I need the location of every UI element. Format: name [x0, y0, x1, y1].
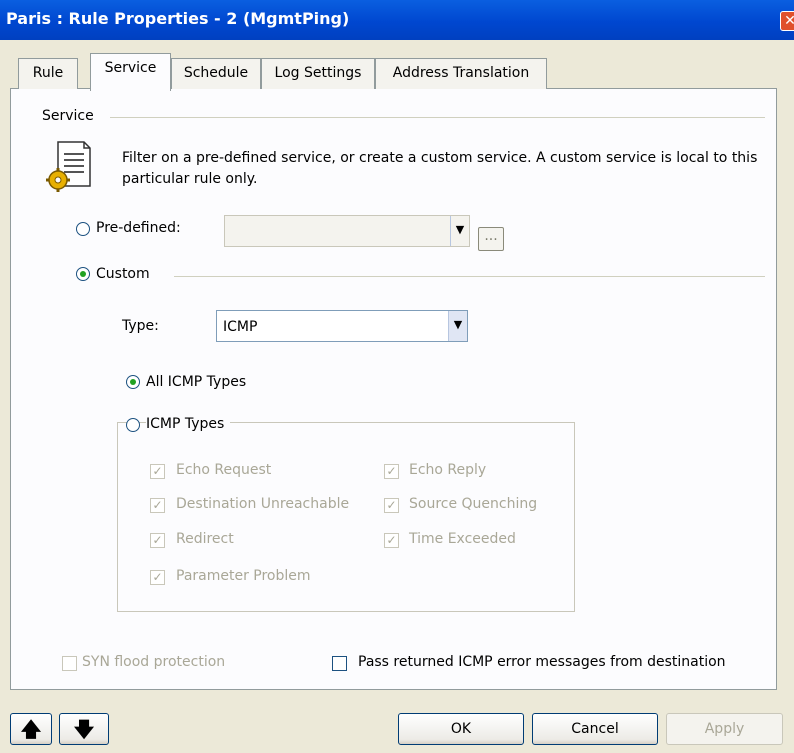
- all-icmp-types-radio[interactable]: [126, 375, 140, 389]
- source-quenching-checkbox[interactable]: ✓: [384, 498, 399, 513]
- close-icon: ✕: [784, 13, 794, 29]
- predefined-service-select[interactable]: ▼: [224, 215, 470, 247]
- tab-rule[interactable]: Rule: [18, 58, 78, 89]
- custom-label: Custom: [96, 266, 156, 282]
- tab-service[interactable]: Service: [90, 53, 171, 91]
- source-quenching-label: Source Quenching: [409, 496, 538, 512]
- title-bar: Paris : Rule Properties - 2 (MgmtPing) ✕: [0, 0, 794, 40]
- icmp-types-label: ICMP Types: [146, 416, 231, 432]
- ok-button[interactable]: OK: [398, 713, 524, 745]
- echo-reply-label: Echo Reply: [409, 462, 487, 478]
- type-value: ICMP: [223, 319, 258, 335]
- echo-request-label: Echo Request: [176, 462, 272, 478]
- close-button[interactable]: ✕: [780, 11, 794, 31]
- echo-request-checkbox[interactable]: ✓: [150, 464, 165, 479]
- window-title: Paris : Rule Properties - 2 (MgmtPing): [6, 9, 350, 28]
- time-exceeded-label: Time Exceeded: [409, 531, 516, 547]
- destination-unreachable-label: Destination Unreachable: [176, 496, 350, 512]
- service-group-label: Service: [42, 108, 100, 124]
- browse-services-button[interactable]: ...: [478, 227, 504, 251]
- service-description: Filter on a pre-defined service, or crea…: [122, 150, 758, 187]
- custom-radio[interactable]: [76, 267, 90, 281]
- syn-flood-label: SYN flood protection: [82, 654, 226, 670]
- chevron-down-icon[interactable]: ▼: [448, 311, 467, 341]
- echo-reply-checkbox[interactable]: ✓: [384, 464, 399, 479]
- redirect-checkbox[interactable]: ✓: [150, 533, 165, 548]
- cancel-button[interactable]: Cancel: [532, 713, 658, 745]
- move-down-button[interactable]: 🡇: [59, 713, 109, 745]
- type-label: Type:: [122, 318, 159, 334]
- chevron-down-icon[interactable]: ▼: [450, 216, 469, 246]
- apply-button[interactable]: Apply: [666, 713, 783, 745]
- pass-icmp-errors-label: Pass returned ICMP error messages from d…: [358, 654, 726, 670]
- arrow-down-icon: 🡇: [73, 717, 95, 741]
- move-up-button[interactable]: 🡅: [10, 713, 52, 745]
- type-select[interactable]: ICMP ▼: [216, 310, 468, 342]
- tab-schedule[interactable]: Schedule: [171, 58, 261, 89]
- arrow-up-icon: 🡅: [20, 717, 42, 741]
- destination-unreachable-checkbox[interactable]: ✓: [150, 498, 165, 513]
- all-icmp-types-label: All ICMP Types: [146, 374, 247, 390]
- icmp-types-radio[interactable]: [126, 418, 140, 432]
- pass-icmp-errors-checkbox[interactable]: [332, 656, 347, 671]
- syn-flood-checkbox[interactable]: [62, 656, 77, 671]
- service-document-gear-icon: [44, 140, 98, 194]
- predefined-radio[interactable]: [76, 222, 90, 236]
- service-separator: [110, 117, 765, 118]
- redirect-label: Redirect: [176, 531, 234, 547]
- parameter-problem-label: Parameter Problem: [176, 568, 311, 584]
- tab-address-translation[interactable]: Address Translation: [375, 58, 547, 89]
- parameter-problem-checkbox[interactable]: ✓: [150, 570, 165, 585]
- time-exceeded-checkbox[interactable]: ✓: [384, 533, 399, 548]
- tab-log-settings[interactable]: Log Settings: [261, 58, 375, 89]
- custom-separator: [174, 276, 765, 277]
- predefined-label: Pre-defined:: [96, 220, 181, 236]
